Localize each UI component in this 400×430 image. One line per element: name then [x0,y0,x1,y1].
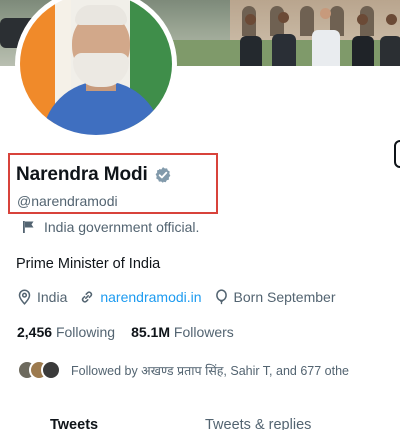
verified-badge-icon[interactable] [154,166,172,184]
banner-person [272,34,296,66]
followers-count: 85.1M [131,324,170,340]
tab-tweets[interactable]: Tweets [50,417,98,430]
flag-icon [23,221,34,233]
born-text: Born September [233,289,336,305]
profile-meta: India narendramodi.in Born September [17,289,347,305]
following-link[interactable]: 2,456 Following [17,324,115,340]
followers-label: Followers [173,324,234,340]
follow-button-edge[interactable] [394,140,400,168]
profile-avatar[interactable] [15,0,177,140]
banner-person [240,36,262,66]
banner-person [380,36,400,66]
banner-person [352,36,374,66]
follow-stats: 2,456 Following 85.1M Followers [17,324,234,340]
born-item: Born September [214,289,336,305]
profile-handle: @narendramodi [17,193,118,209]
followed-by-avatars [17,360,63,380]
following-count: 2,456 [17,324,53,340]
followed-by-text: Followed by अखण्ड प्रताप सिंह, Sahir T, … [71,363,349,378]
following-label: Following [55,324,116,340]
location-item: India [17,289,67,305]
label-text: India government official. [44,219,200,235]
followers-link[interactable]: 85.1M Followers [131,324,234,340]
website-item[interactable]: narendramodi.in [79,289,202,305]
balloon-icon [215,289,227,305]
banner-person [312,30,340,66]
profile-name-row: Narendra Modi [16,164,172,186]
followed-by-row[interactable]: Followed by अखण्ड प्रताप सिंह, Sahir T, … [17,360,349,380]
profile-tabs: Tweets Tweets & replies [0,414,400,430]
profile-label[interactable]: India government official. [22,219,199,235]
tab-tweets-replies[interactable]: Tweets & replies [205,417,311,430]
profile-bio: Prime Minister of India [16,256,161,272]
avatar [41,360,61,380]
location-pin-icon [18,289,31,305]
website-link[interactable]: narendramodi.in [100,289,201,305]
location-text: India [37,289,68,305]
link-icon [82,291,93,303]
profile-name: Narendra Modi [16,164,148,185]
